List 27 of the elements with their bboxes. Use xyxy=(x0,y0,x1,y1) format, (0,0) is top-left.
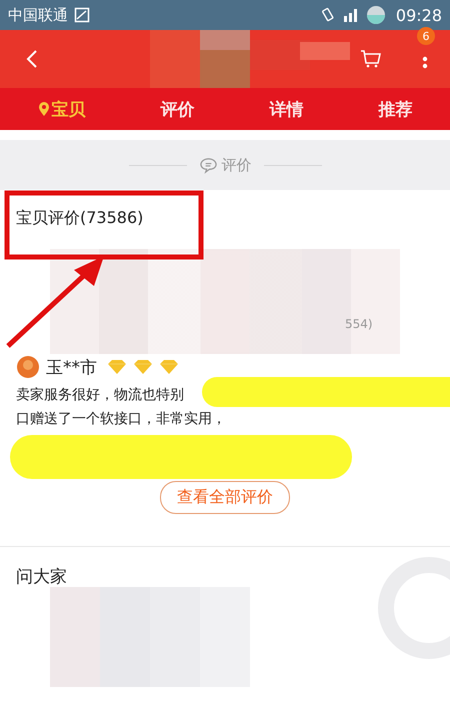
tab[interactable]: 详情 xyxy=(264,94,310,124)
signal-icon xyxy=(342,7,360,23)
vibrate-icon xyxy=(320,7,336,23)
battery-icon xyxy=(366,5,386,25)
user-name: 玉**市 xyxy=(46,356,97,378)
notification-badge: 6 xyxy=(417,27,435,45)
tab[interactable]: 推荐 xyxy=(372,94,418,124)
diamond-icon xyxy=(133,359,153,375)
image-icon xyxy=(74,7,90,23)
carrier-name: 中国联通 xyxy=(8,6,68,24)
review-text: 卖家服务很好，物流也特别 xyxy=(16,386,184,405)
section-title: 评价 xyxy=(222,156,252,174)
tab[interactable]: 宝贝 xyxy=(32,94,92,124)
diamond-icon xyxy=(107,359,127,375)
questions-title: 问大家 xyxy=(16,566,68,588)
comment-icon xyxy=(198,156,218,174)
review-text: 口赠送了一个软接口，非常实用， xyxy=(16,410,226,429)
tab[interactable]: 评价 xyxy=(154,94,200,124)
cart-icon[interactable] xyxy=(360,49,382,69)
avatar-icon xyxy=(16,355,40,379)
clock-time: 09:28 xyxy=(396,6,442,24)
all-reviews-button[interactable]: 查看全部评价 xyxy=(160,481,290,514)
reviews-title: 宝贝评价(73586) xyxy=(16,207,144,229)
location-pin-icon xyxy=(38,101,50,117)
diamond-icon xyxy=(159,359,179,375)
back-icon[interactable] xyxy=(26,49,38,69)
tag-count: 554) xyxy=(345,317,373,331)
